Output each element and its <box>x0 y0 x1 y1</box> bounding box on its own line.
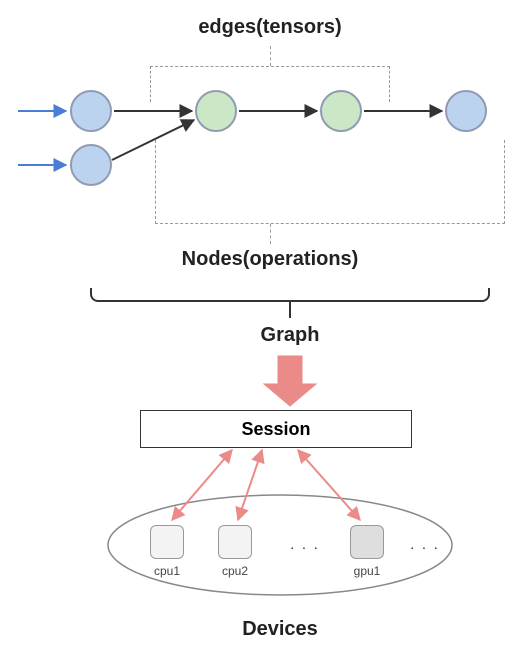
device-cpu1 <box>150 525 184 559</box>
graph-node-out <box>445 90 487 132</box>
devices-label: Devices <box>190 618 370 641</box>
device-label-gpu1: gpu1 <box>340 564 394 578</box>
device-label-cpu1: cpu1 <box>140 564 194 578</box>
graph-bracket-stem <box>289 302 291 318</box>
nodes-label: Nodes(operations) <box>140 248 400 271</box>
edges-label: edges(tensors) <box>140 16 400 39</box>
graph-node-op2 <box>320 90 362 132</box>
graph-node-op1 <box>195 90 237 132</box>
big-arrow-icon <box>264 356 316 406</box>
session-box: Session <box>140 410 412 448</box>
device-cpu2 <box>218 525 252 559</box>
graph-node-input1 <box>70 90 112 132</box>
graph-node-input2 <box>70 144 112 186</box>
ellipsis-devices-right: . . . <box>400 536 450 552</box>
graph-bracket <box>90 288 490 302</box>
nodes-bracket-stem <box>270 224 271 244</box>
edges-bracket-stem <box>270 46 271 66</box>
graph-label: Graph <box>200 324 380 347</box>
nodes-bracket <box>155 140 505 224</box>
session-label: Session <box>241 419 310 440</box>
diagram-canvas: edges(tensors) Nodes(operations) Graph S… <box>0 0 532 661</box>
device-label-cpu2: cpu2 <box>208 564 262 578</box>
device-gpu1 <box>350 525 384 559</box>
ellipsis-devices-mid: . . . <box>280 536 330 552</box>
